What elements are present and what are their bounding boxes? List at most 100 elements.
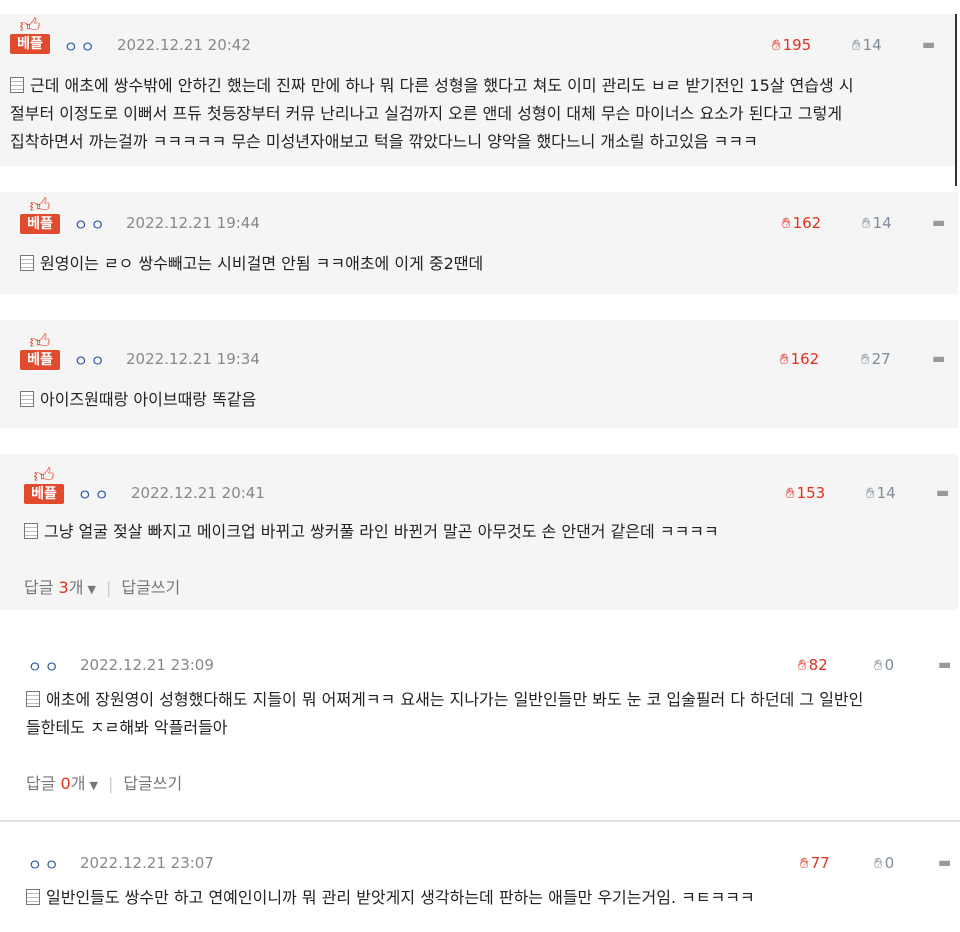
thumbs-up-icon: 👍︎ xyxy=(33,463,55,487)
comment-text: 원영이는 ㄹㅇ 쌍수빼고는 시비걸면 안됨 ㅋㅋ애초에 이게 중2땐데 xyxy=(20,250,950,278)
thumbs-down-icon: ✋︎ xyxy=(874,854,883,872)
author-nickname[interactable]: ㅇㅇ xyxy=(64,36,98,57)
author-nickname[interactable]: ㅇㅇ xyxy=(28,854,62,875)
dislike-button[interactable]: ✋︎ 0 xyxy=(874,656,894,674)
reply-toggle[interactable]: 답글 3개 ▼ xyxy=(24,578,102,597)
author-nickname[interactable]: ㅇㅇ xyxy=(78,484,112,505)
comment-text: 일반인들도 쌍수만 하고 연예인이니까 뭐 관리 받앗게지 생각하는데 판하는 … xyxy=(26,884,952,912)
comment-date: 2022.12.21 23:09 xyxy=(80,656,214,674)
dislike-count: 14 xyxy=(872,214,892,232)
best-badge: 👍︎ 베플 xyxy=(20,330,60,372)
comment-text: 근데 애초에 쌍수밖에 안하긴 했는데 진짜 만에 하나 뭐 다른 성형을 했다… xyxy=(10,72,950,156)
like-button[interactable]: ✋︎ 195 xyxy=(772,36,811,54)
thumbs-down-icon: ✋︎ xyxy=(852,36,861,54)
report-icon[interactable]: ▬ xyxy=(938,855,951,871)
scrollbar[interactable] xyxy=(955,14,957,186)
write-reply-link[interactable]: 답글쓰기 xyxy=(121,578,180,597)
comment-text-line: 아이즈원때랑 아이브때랑 똑같음 xyxy=(20,386,950,414)
write-reply-link[interactable]: 답글쓰기 xyxy=(123,774,182,793)
like-button[interactable]: ✋︎ 77 xyxy=(800,854,830,872)
dislike-count: 27 xyxy=(871,350,891,368)
like-button[interactable]: ✋︎ 162 xyxy=(782,214,821,232)
comment-text: 애초에 장원영이 성형했다해도 지들이 뭐 어쩌게ㅋㅋ 요새는 지나가는 일반인… xyxy=(26,686,952,742)
thumbs-up-icon: ✋︎ xyxy=(786,484,795,502)
report-icon[interactable]: ▬ xyxy=(932,215,945,231)
reply-bar: 답글 3개 ▼ | 답글쓰기 xyxy=(24,574,180,598)
comment-item: ㅇㅇ 2022.12.21 23:07 ✋︎ 77 ✋︎ 0 ▬ 일반인들도 쌍수만… xyxy=(0,840,960,930)
thumbs-up-icon: ✋︎ xyxy=(780,350,789,368)
like-count: 195 xyxy=(782,36,812,54)
report-icon[interactable]: ▬ xyxy=(938,657,951,673)
thumbs-up-icon: ✋︎ xyxy=(800,854,809,872)
like-button[interactable]: ✋︎ 153 xyxy=(786,484,825,502)
report-icon[interactable]: ▬ xyxy=(932,351,945,367)
divider: | xyxy=(107,774,114,793)
thumbs-up-icon: 👍︎ xyxy=(29,193,51,217)
report-icon[interactable]: ▬ xyxy=(922,37,935,53)
divider: | xyxy=(105,578,112,597)
reply-count: 0 xyxy=(60,774,71,793)
dislike-button[interactable]: ✋︎ 14 xyxy=(852,36,882,54)
reply-count: 3 xyxy=(58,578,69,597)
best-label: 베플 xyxy=(10,34,50,54)
dislike-button[interactable]: ✋︎ 14 xyxy=(866,484,896,502)
comment-text: 그냥 얼굴 젖살 빠지고 메이크업 바뀌고 쌍커풀 라인 바뀐거 말곤 아무것도… xyxy=(24,518,950,546)
dislike-count: 0 xyxy=(884,854,895,872)
best-badge: 👍︎ 베플 xyxy=(24,464,64,506)
thumbs-down-icon: ✋︎ xyxy=(862,214,871,232)
comment-date: 2022.12.21 23:07 xyxy=(80,854,214,872)
comment-item: 👍︎ 베플 ㅇㅇ 2022.12.21 20:41 ✋︎ 153 ✋︎ 14 ▬ 그… xyxy=(0,454,958,610)
caret-down-icon: ▼ xyxy=(87,583,96,596)
divider xyxy=(0,820,960,822)
report-icon[interactable]: ▬ xyxy=(936,485,949,501)
comment-item: 👍︎ 베플 ㅇㅇ 2022.12.21 19:44 ✋︎ 162 ✋︎ 14 ▬ 원… xyxy=(0,192,958,294)
author-nickname[interactable]: ㅇㅇ xyxy=(28,656,62,677)
comment-date: 2022.12.21 20:41 xyxy=(131,484,265,502)
reply-toggle[interactable]: 답글 0개 ▼ xyxy=(26,774,104,793)
comment-item: 👍︎ 베플 ㅇㅇ 2022.12.21 20:42 ✋︎ 195 ✋︎ 14 ▬ 근… xyxy=(0,14,955,166)
comment-text: 아이즈원때랑 아이브때랑 똑같음 xyxy=(20,386,950,414)
comment-item: 👍︎ 베플 ㅇㅇ 2022.12.21 19:34 ✋︎ 162 ✋︎ 27 ▬ 아… xyxy=(0,320,958,428)
comment-item: ㅇㅇ 2022.12.21 23:09 ✋︎ 82 ✋︎ 0 ▬ 애초에 장원영이 … xyxy=(0,640,960,820)
memo-icon xyxy=(24,523,38,539)
thumbs-up-icon: 👍︎ xyxy=(29,329,51,353)
author-nickname[interactable]: ㅇㅇ xyxy=(74,350,108,371)
thumbs-down-icon: ✋︎ xyxy=(861,350,870,368)
memo-icon xyxy=(10,77,24,93)
comment-text-line: 애초에 장원영이 성형했다해도 지들이 뭐 어쩌게ㅋㅋ 요새는 지나가는 일반인… xyxy=(26,686,952,714)
dislike-count: 14 xyxy=(862,36,882,54)
comment-text-line: 그냥 얼굴 젖살 빠지고 메이크업 바뀌고 쌍커풀 라인 바뀐거 말곤 아무것도… xyxy=(24,518,950,546)
dislike-count: 14 xyxy=(876,484,896,502)
comment-text-line: 근데 애초에 쌍수밖에 안하긴 했는데 진짜 만에 하나 뭐 다른 성형을 했다… xyxy=(10,72,950,100)
like-count: 77 xyxy=(810,854,830,872)
thumbs-up-icon: ✋︎ xyxy=(772,36,781,54)
comment-text-line: 집착하면서 까는걸까 ㅋㅋㅋㅋㅋ 무슨 미성년자애보고 턱을 깎았다느니 양악을… xyxy=(10,132,758,151)
like-count: 153 xyxy=(796,484,826,502)
thumbs-down-icon: ✋︎ xyxy=(874,656,883,674)
comment-text-line: 일반인들도 쌍수만 하고 연예인이니까 뭐 관리 받앗게지 생각하는데 판하는 … xyxy=(26,884,952,912)
best-badge: 👍︎ 베플 xyxy=(20,194,60,236)
thumbs-down-icon: ✋︎ xyxy=(866,484,875,502)
memo-icon xyxy=(26,889,40,905)
best-label: 베플 xyxy=(24,484,64,504)
comment-text-line: 들한테도 ㅈㄹ해봐 악플러들아 xyxy=(26,718,228,737)
comment-date: 2022.12.21 19:34 xyxy=(126,350,260,368)
like-button[interactable]: ✋︎ 82 xyxy=(798,656,828,674)
memo-icon xyxy=(26,691,40,707)
comment-date: 2022.12.21 19:44 xyxy=(126,214,260,232)
like-button[interactable]: ✋︎ 162 xyxy=(780,350,819,368)
dislike-button[interactable]: ✋︎ 0 xyxy=(874,854,894,872)
like-count: 162 xyxy=(790,350,820,368)
like-count: 82 xyxy=(808,656,828,674)
caret-down-icon: ▼ xyxy=(89,779,98,792)
author-nickname[interactable]: ㅇㅇ xyxy=(74,214,108,235)
dislike-button[interactable]: ✋︎ 14 xyxy=(862,214,892,232)
thumbs-up-icon: 👍︎ xyxy=(19,13,41,37)
dislike-button[interactable]: ✋︎ 27 xyxy=(861,350,891,368)
best-label: 베플 xyxy=(20,214,60,234)
like-count: 162 xyxy=(792,214,822,232)
dislike-count: 0 xyxy=(884,656,895,674)
comment-text-line: 절부터 이정도로 이뻐서 프듀 첫등장부터 커뮤 난리나고 실검까지 오른 앤데… xyxy=(10,104,843,123)
best-label: 베플 xyxy=(20,350,60,370)
reply-bar: 답글 0개 ▼ | 답글쓰기 xyxy=(26,770,182,794)
